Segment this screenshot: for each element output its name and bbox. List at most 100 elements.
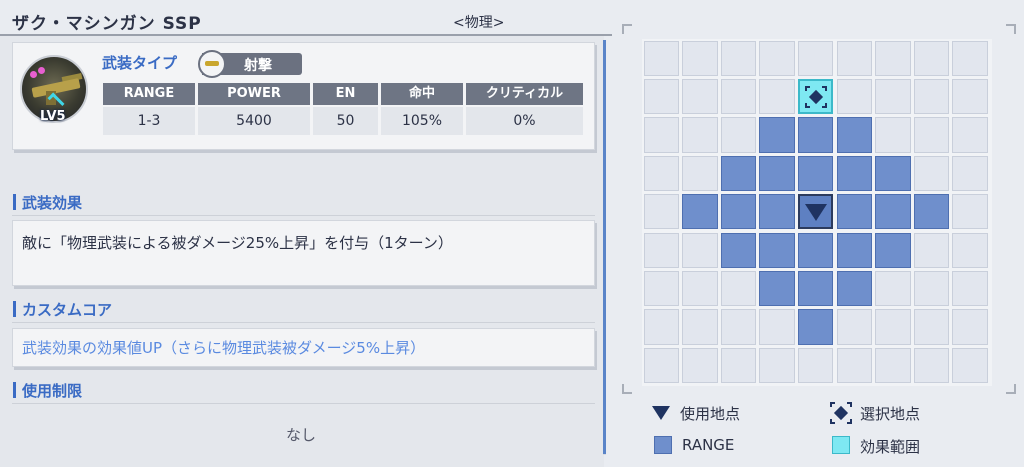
grid-cell-range[interactable] [913, 194, 950, 230]
stat-value-critical: 0% [466, 107, 583, 135]
legend-use-point-label: 使用地点 [680, 405, 741, 423]
spark-icon [30, 71, 37, 78]
grid-cell[interactable] [643, 232, 680, 268]
weapon-type-badge: 射撃 [198, 50, 302, 78]
grid-cell-range[interactable] [797, 155, 834, 192]
grid-cell[interactable] [913, 270, 950, 307]
grid-cell[interactable] [759, 40, 795, 76]
grid-cell[interactable] [759, 309, 795, 345]
custom-core-section-divider [12, 322, 595, 323]
grid-cell[interactable] [952, 194, 988, 230]
grid-cell-range[interactable] [875, 194, 911, 230]
grid-cell[interactable] [682, 40, 718, 76]
grid-cell[interactable] [875, 78, 911, 115]
grid-cell[interactable] [913, 347, 950, 384]
restriction-value: なし [286, 426, 317, 444]
grid-cell[interactable] [720, 347, 757, 384]
legend-range-label: RANGE [682, 436, 735, 454]
grid-cell[interactable] [682, 232, 718, 268]
grid-cell-range[interactable] [682, 194, 718, 230]
grid-cell[interactable] [913, 232, 950, 268]
grid-cell-range[interactable] [720, 194, 757, 230]
grid-cell[interactable] [836, 309, 873, 345]
grid-cell[interactable] [952, 270, 988, 307]
grid-cell[interactable] [836, 78, 873, 115]
grid-cell-range[interactable] [836, 194, 873, 230]
weapon-type-value: 射撃 [244, 58, 272, 74]
grid-cell-range[interactable] [720, 155, 757, 192]
grid-cell-range[interactable] [797, 309, 834, 345]
frame-corner [1006, 384, 1016, 394]
stat-header-en: EN [313, 83, 378, 105]
grid-cell-range[interactable] [836, 232, 873, 268]
grid-cell[interactable] [952, 78, 988, 115]
frame-corner [1006, 24, 1016, 34]
grid-cell[interactable] [952, 232, 988, 268]
grid-cell[interactable] [643, 347, 680, 384]
grid-cell[interactable] [952, 155, 988, 192]
grid-cell-range[interactable] [797, 232, 834, 268]
grid-cell-range[interactable] [759, 232, 795, 268]
grid-cell[interactable] [643, 270, 680, 307]
grid-cell-range[interactable] [875, 155, 911, 192]
grid-cell[interactable] [643, 40, 680, 76]
grid-cell[interactable] [875, 40, 911, 76]
grid-cell[interactable] [952, 117, 988, 153]
grid-cell-range[interactable] [720, 232, 757, 268]
grid-cell-range[interactable] [759, 194, 795, 230]
level-badge: LV5 [40, 109, 66, 124]
grid-cell-range[interactable] [797, 117, 834, 153]
grid-cell[interactable] [913, 117, 950, 153]
grid-cell[interactable] [720, 78, 757, 115]
grid-cell[interactable] [759, 78, 795, 115]
grid-cell[interactable] [913, 309, 950, 345]
grid-cell[interactable] [682, 270, 718, 307]
grid-cell[interactable] [720, 309, 757, 345]
grid-cell-range[interactable] [875, 232, 911, 268]
grid-cell[interactable] [682, 347, 718, 384]
grid-cell[interactable] [913, 40, 950, 76]
grid-cell-range[interactable] [836, 117, 873, 153]
grid-cell[interactable] [952, 309, 988, 345]
grid-cell[interactable] [875, 270, 911, 307]
stat-value-accuracy: 105% [381, 107, 463, 135]
grid-cell[interactable] [682, 309, 718, 345]
grid-cell[interactable] [759, 347, 795, 384]
grid-cell-range[interactable] [759, 270, 795, 307]
grid-cell-range[interactable] [759, 117, 795, 153]
range-grid [642, 39, 992, 386]
grid-cell[interactable] [682, 78, 718, 115]
grid-cell[interactable] [952, 40, 988, 76]
grid-cell[interactable] [875, 347, 911, 384]
grid-cell[interactable] [682, 155, 718, 192]
grid-cell[interactable] [875, 309, 911, 345]
grid-cell[interactable] [643, 117, 680, 153]
legend-select-point-label: 選択地点 [860, 405, 921, 423]
effect-section-divider [12, 215, 595, 216]
grid-cell[interactable] [952, 347, 988, 384]
grid-cell-range[interactable] [797, 270, 834, 307]
grid-cell[interactable] [643, 78, 680, 115]
custom-core-section-title: カスタムコア [13, 299, 112, 320]
grid-cell-range[interactable] [836, 270, 873, 307]
scrollbar-thumb[interactable] [603, 40, 606, 454]
grid-cell[interactable] [643, 155, 680, 192]
select-point-marker-icon [804, 85, 827, 108]
grid-cell[interactable] [913, 78, 950, 115]
grid-cell[interactable] [836, 40, 873, 76]
grid-cell[interactable] [720, 40, 757, 76]
grid-cell[interactable] [682, 117, 718, 153]
grid-cell[interactable] [643, 194, 680, 230]
grid-cell[interactable] [836, 347, 873, 384]
grid-cell[interactable] [643, 309, 680, 345]
grid-cell-range[interactable] [759, 155, 795, 192]
grid-cell[interactable] [797, 40, 834, 76]
grid-cell[interactable] [720, 117, 757, 153]
grid-cell-range[interactable] [836, 155, 873, 192]
range-swatch-icon [654, 436, 672, 454]
grid-cell[interactable] [720, 270, 757, 307]
use-point-triangle-icon [652, 406, 670, 420]
grid-cell[interactable] [875, 117, 911, 153]
grid-cell[interactable] [797, 347, 834, 384]
grid-cell[interactable] [913, 155, 950, 192]
